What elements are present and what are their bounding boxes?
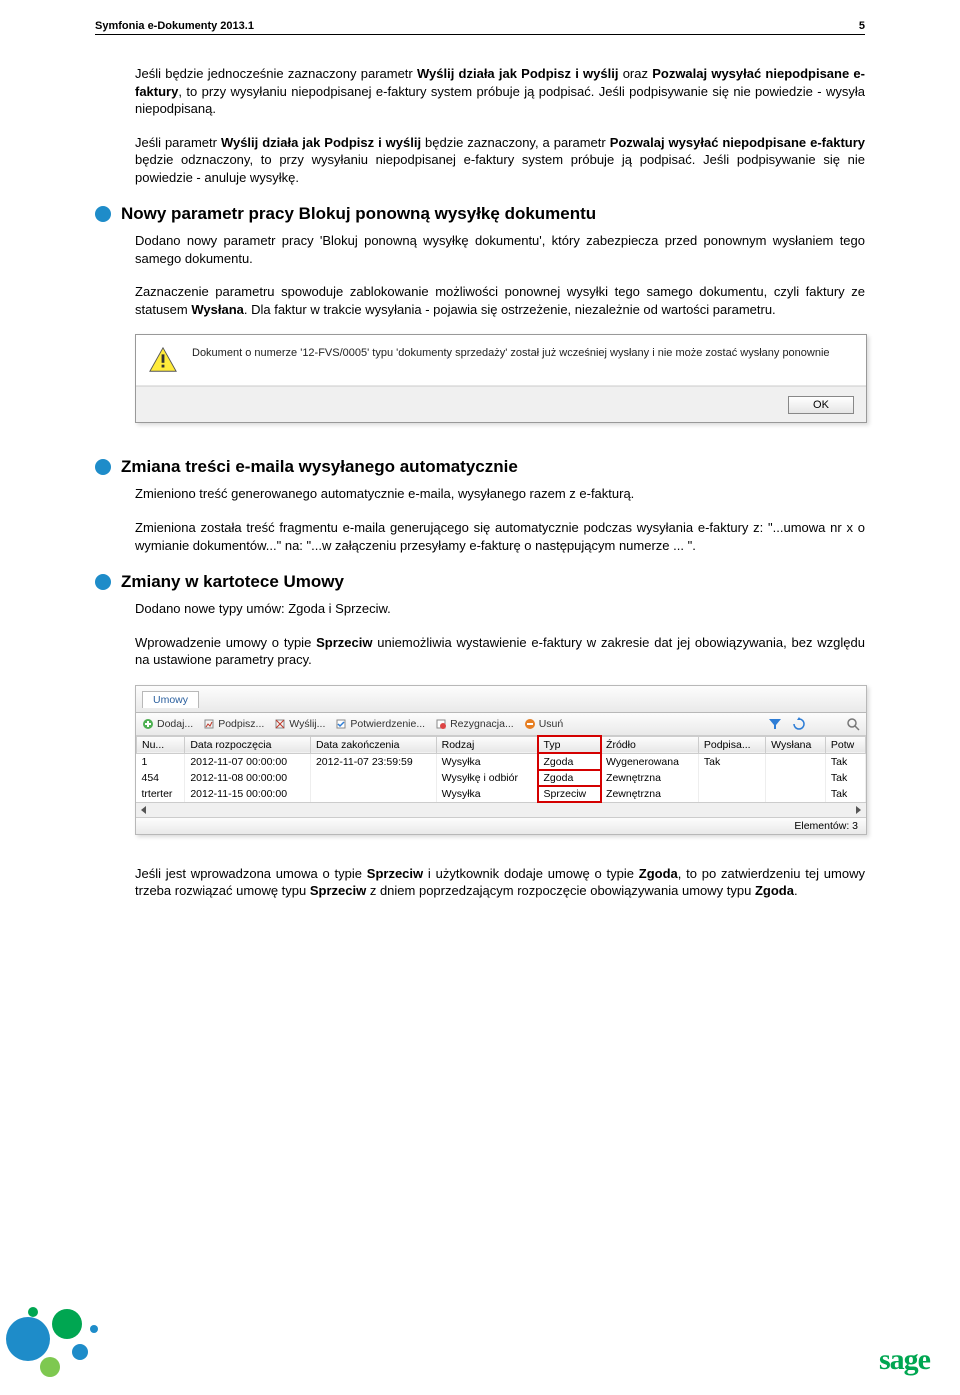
dialog-message: Dokument o numerze '12-FVS/0005' typu 'd… (192, 345, 854, 375)
ok-button[interactable]: OK (788, 396, 854, 414)
s1-p2: Zaznaczenie parametru spowoduje zablokow… (135, 283, 865, 318)
heading-text: Zmiana treści e-maila wysyłanego automat… (121, 457, 518, 477)
header-page-number: 5 (859, 20, 865, 32)
col-rodzaj[interactable]: Rodzaj (436, 736, 538, 753)
table-row[interactable]: 1 2012-11-07 00:00:00 2012-11-07 23:59:5… (137, 753, 866, 770)
table-row[interactable]: trterter 2012-11-15 00:00:00 Wysyłka Spr… (137, 786, 866, 802)
bullet-icon (95, 574, 111, 590)
col-podpisana[interactable]: Podpisa... (698, 736, 765, 753)
grid-footer: Elementów: 3 (136, 817, 866, 834)
potwierdzenie-button[interactable]: Potwierdzenie... (335, 718, 425, 730)
section-heading-2: Zmiana treści e-maila wysyłanego automat… (95, 457, 865, 477)
s3-p2: Wprowadzenie umowy o typie Sprzeciw unie… (135, 634, 865, 669)
tab-umowy[interactable]: Umowy (142, 691, 199, 708)
rezygnacja-button[interactable]: Rezygnacja... (435, 718, 514, 730)
grid-toolbar: Dodaj... Podpisz... Wyślij... Potwierdze… (136, 713, 866, 736)
confirm-icon (335, 718, 347, 730)
usun-button[interactable]: Usuń (524, 718, 564, 730)
after-grid-paragraph: Jeśli jest wprowadzona umowa o typie Spr… (135, 865, 865, 900)
bullet-icon (95, 459, 111, 475)
data-table: Nu... Data rozpoczęcia Data zakończenia … (136, 736, 866, 802)
col-potw[interactable]: Potw (825, 736, 865, 753)
footer-decoration (0, 1295, 130, 1395)
refresh-icon[interactable] (792, 717, 806, 731)
sign-icon (203, 718, 215, 730)
sage-logo: sage (879, 1343, 930, 1377)
warning-dialog: Dokument o numerze '12-FVS/0005' typu 'd… (135, 334, 867, 423)
resign-icon (435, 718, 447, 730)
scroll-right-icon[interactable] (852, 804, 864, 816)
wyslij-button[interactable]: Wyślij... (274, 718, 325, 730)
s3-p1: Dodano nowe typy umów: Zgoda i Sprzeciw. (135, 600, 865, 618)
podpisz-button[interactable]: Podpisz... (203, 718, 264, 730)
add-icon (142, 718, 154, 730)
umowy-grid: Umowy Dodaj... Podpisz... Wyślij... Potw… (135, 685, 867, 835)
col-data-zakonczenia[interactable]: Data zakończenia (310, 736, 436, 753)
s1-p1: Dodano nowy parametr pracy 'Blokuj ponow… (135, 232, 865, 267)
col-nu[interactable]: Nu... (137, 736, 185, 753)
table-row[interactable]: 454 2012-11-08 00:00:00 Wysyłkę i odbiór… (137, 770, 866, 786)
page-header: Symfonia e-Dokumenty 2013.1 5 (95, 20, 865, 35)
heading-text: Nowy parametr pracy Blokuj ponowną wysył… (121, 204, 596, 224)
scroll-left-icon[interactable] (138, 804, 150, 816)
bullet-icon (95, 206, 111, 222)
col-zrodlo[interactable]: Źródło (601, 736, 699, 753)
heading-text: Zmiany w kartotece Umowy (121, 572, 344, 592)
search-icon[interactable] (846, 717, 860, 731)
send-icon (274, 718, 286, 730)
paragraph-2: Jeśli parametr Wyślij działa jak Podpisz… (135, 134, 865, 187)
col-typ[interactable]: Typ (538, 736, 601, 753)
warning-icon (148, 345, 178, 375)
col-wyslana[interactable]: Wysłana (766, 736, 826, 753)
header-title: Symfonia e-Dokumenty 2013.1 (95, 20, 254, 32)
delete-icon (524, 718, 536, 730)
filter-icon[interactable] (768, 717, 782, 731)
section-heading-3: Zmiany w kartotece Umowy (95, 572, 865, 592)
paragraph-1: Jeśli będzie jednocześnie zaznaczony par… (135, 65, 865, 118)
s2-p2: Zmieniona została treść fragmentu e-mail… (135, 519, 865, 554)
s2-p1: Zmieniono treść generowanego automatyczn… (135, 485, 865, 503)
section-heading-1: Nowy parametr pracy Blokuj ponowną wysył… (95, 204, 865, 224)
horizontal-scrollbar[interactable] (136, 802, 866, 817)
col-data-rozpoczecia[interactable]: Data rozpoczęcia (185, 736, 311, 753)
dodaj-button[interactable]: Dodaj... (142, 718, 193, 730)
